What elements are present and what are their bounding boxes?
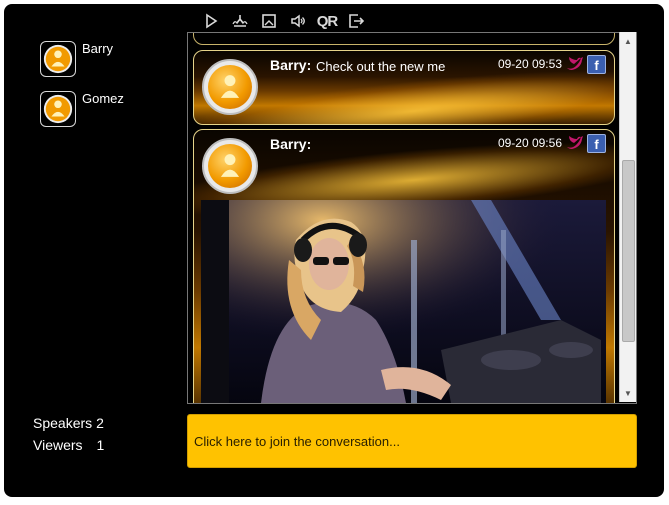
viewers-count: 1	[96, 437, 105, 453]
user-name: Barry	[82, 41, 114, 56]
speakers-count: 2	[96, 415, 104, 431]
message-time: 09-20 09:56	[497, 136, 562, 150]
qr-label: QR	[316, 12, 338, 30]
image-icon[interactable]	[258, 11, 280, 31]
scrollbar-thumb[interactable]	[622, 160, 635, 342]
scroll-down-icon[interactable]: ▼	[620, 386, 636, 400]
user-avatar	[40, 91, 76, 127]
exit-icon[interactable]	[345, 11, 367, 31]
user-list-item[interactable]: Gomez	[40, 91, 124, 127]
chat-scrollbar[interactable]: ▲ ▼	[619, 32, 636, 402]
message-time: 09-20 09:53	[497, 57, 562, 71]
message-avatar	[202, 138, 258, 194]
upload-icon[interactable]	[229, 11, 251, 31]
facebook-share-icon[interactable]: f	[587, 55, 606, 74]
previous-message-edge	[193, 33, 615, 45]
message-image[interactable]	[201, 200, 606, 403]
chat-panel[interactable]: Barry: Check out the new me 09-20 09:53 …	[187, 32, 637, 404]
chat-message: Barry: Check out the new me 09-20 09:53 …	[193, 50, 615, 125]
speakers-label: Speakers	[33, 415, 93, 431]
qr-icon[interactable]: QR	[316, 11, 338, 31]
facebook-share-icon[interactable]: f	[587, 134, 606, 153]
message-author: Barry:	[270, 57, 312, 73]
dj-photo-illustration	[201, 200, 606, 403]
room-stats: Speakers 2 Viewers 1	[33, 412, 104, 456]
app-window: QR Barry Gomez Speakers 2 Viewers 1 Barry:	[4, 4, 664, 497]
user-avatar	[40, 41, 76, 77]
twitter-share-icon[interactable]	[566, 56, 584, 72]
user-list-item[interactable]: Barry	[40, 41, 113, 77]
scroll-up-icon[interactable]: ▲	[620, 34, 636, 48]
join-conversation-label: Click here to join the conversation...	[194, 433, 400, 449]
play-icon[interactable]	[200, 11, 222, 31]
join-conversation-button[interactable]: Click here to join the conversation...	[187, 414, 637, 468]
volume-icon[interactable]	[287, 11, 309, 31]
toolbar: QR	[200, 10, 367, 32]
user-name: Gomez	[82, 91, 124, 106]
message-avatar	[202, 59, 258, 115]
message-text: Check out the new me	[316, 59, 446, 74]
message-author: Barry:	[270, 136, 312, 152]
twitter-share-icon[interactable]	[566, 135, 584, 151]
viewers-label: Viewers	[33, 437, 83, 453]
